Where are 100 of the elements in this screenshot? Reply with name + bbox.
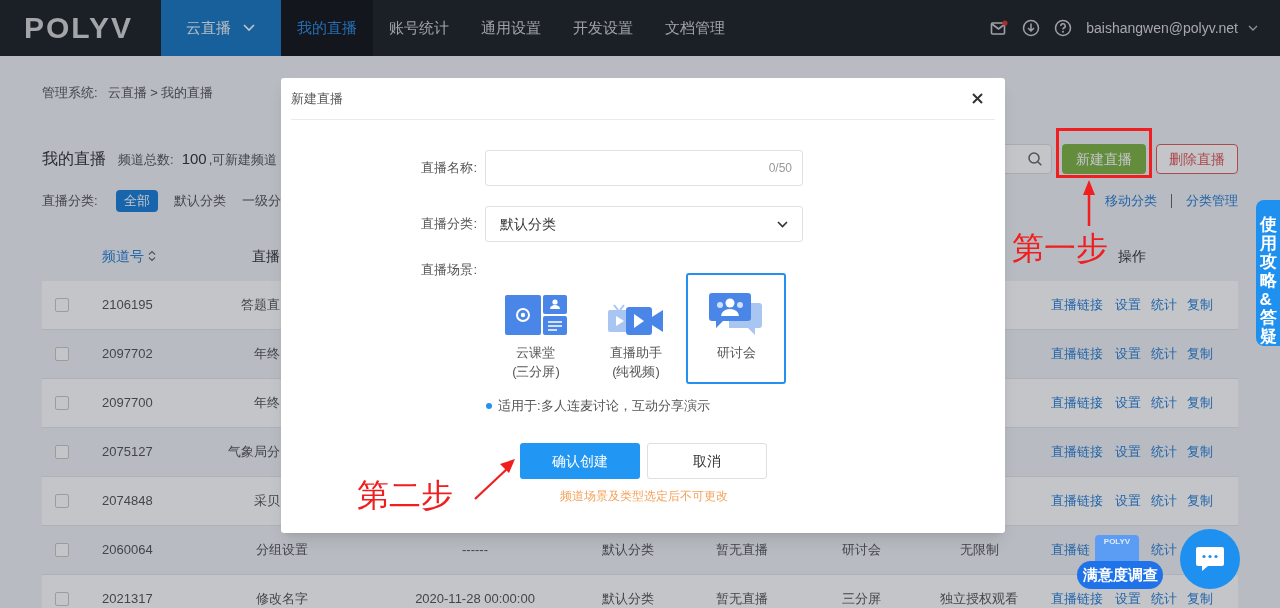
table-cell: 2075127 — [102, 444, 153, 460]
action-link[interactable]: 直播链接 — [1051, 442, 1103, 462]
action-link[interactable]: 复制 — [1187, 295, 1213, 315]
survey-card[interactable]: POLYV — [1095, 535, 1139, 563]
breadcrumb-path: 云直播 > 我的直播 — [107, 84, 214, 103]
table-cell-text: 三分屏 — [841, 590, 881, 608]
close-icon[interactable] — [971, 93, 983, 104]
cancel-button[interactable]: 取消 — [647, 443, 767, 479]
link[interactable]: 移动分类 — [1105, 191, 1157, 211]
annotation-text: 第二步 — [357, 476, 453, 515]
product-menu[interactable]: 云直播 — [161, 0, 281, 56]
logo: POLYV — [24, 13, 133, 43]
search-icon — [1027, 151, 1043, 167]
checkbox[interactable] — [55, 396, 69, 410]
survey-button[interactable]: 满意度调查 — [1077, 561, 1163, 589]
action-link[interactable]: 统计 — [1151, 393, 1177, 413]
scene-option[interactable]: 研讨会 — [686, 273, 786, 384]
confirm-button[interactable]: 确认创建 — [520, 443, 640, 479]
user-menu[interactable]: baishangwen@polyv.net — [1086, 17, 1258, 39]
page-title: 我的直播 — [42, 149, 106, 169]
action-link[interactable]: 直播链接 — [1051, 295, 1103, 315]
table-cell-text: 无限制 — [959, 541, 999, 560]
action-link[interactable]: 直播链接 — [1051, 393, 1103, 413]
action-link[interactable]: 统计 — [1151, 491, 1177, 511]
nav-tab[interactable]: 通用设置 — [465, 0, 557, 56]
mail-icon[interactable] — [990, 20, 1009, 36]
scene-option[interactable]: 云课堂 (三分屏) — [486, 273, 586, 384]
chat-icon — [1195, 546, 1225, 572]
table-cell-text: 暂无直播 — [716, 541, 768, 560]
form-label: 直播场景: — [420, 261, 477, 279]
action-link[interactable]: 设置 — [1115, 491, 1141, 511]
action-link[interactable]: 统计 — [1151, 540, 1177, 560]
action-link[interactable]: 复制 — [1187, 491, 1213, 511]
action-link[interactable]: 直播链接 — [1051, 589, 1103, 608]
table-cell-text: 采贝 — [254, 492, 280, 511]
download-icon[interactable] — [1022, 19, 1041, 37]
nav-tab[interactable]: 文档管理 — [649, 0, 741, 56]
action-link[interactable]: 统计 — [1151, 442, 1177, 462]
category-filter[interactable]: 一级分 — [241, 190, 281, 212]
chat-button[interactable] — [1180, 529, 1240, 589]
category-filter[interactable]: 默认分类 — [173, 190, 226, 212]
action-link[interactable]: 统计 — [1151, 344, 1177, 364]
chevron-down-icon — [777, 220, 788, 228]
table-cell-text: 修改名字 — [256, 590, 308, 608]
checkbox[interactable] — [55, 592, 69, 606]
table-cell: 2060064 — [102, 542, 153, 558]
checkbox[interactable] — [55, 494, 69, 508]
remaining-label: ,可新建频道 — [208, 151, 278, 169]
action-link[interactable]: 统计 — [1151, 589, 1177, 608]
classroom-icon — [505, 295, 567, 335]
link[interactable]: 分类管理 — [1186, 191, 1238, 211]
bullet-icon — [486, 403, 492, 409]
category-select[interactable]: 默认分类 — [485, 206, 803, 242]
sort-icon[interactable] — [148, 250, 156, 262]
nav-tab[interactable]: 开发设置 — [557, 0, 649, 56]
action-link[interactable]: 复制 — [1187, 344, 1213, 364]
table-cell-text: 气象局分 — [228, 443, 280, 462]
form-label: 直播分类: — [420, 215, 477, 234]
category-filter[interactable]: 全部 — [115, 190, 158, 212]
action-link[interactable]: 复制 — [1187, 442, 1213, 462]
checkbox[interactable] — [55, 347, 69, 361]
action-link[interactable]: 设置 — [1115, 344, 1141, 364]
hint-text: 适用于:多人连麦讨论，互动分享演示 — [498, 397, 710, 416]
count-label: 频道总数: — [118, 151, 174, 169]
help-icon[interactable] — [1054, 19, 1073, 37]
scene-option[interactable]: 直播助手 (纯视频) — [586, 273, 686, 384]
category-label: 直播分类: — [42, 192, 98, 211]
action-link[interactable]: 设置 — [1115, 442, 1141, 462]
column-header[interactable]: 频道号 — [102, 245, 144, 267]
annotation-text: 第一步 — [1012, 229, 1108, 268]
column-header: 直播 — [252, 246, 280, 266]
action-link[interactable]: 复制 — [1187, 589, 1213, 608]
nav-tab[interactable]: 账号统计 — [373, 0, 465, 56]
table-cell-text: ------ — [462, 541, 488, 560]
table-cell: 2097700 — [102, 395, 153, 411]
help-tab[interactable]: 使用攻略&答疑 — [1256, 200, 1280, 346]
action-link[interactable]: 直播链接 — [1051, 344, 1103, 364]
nav-tab[interactable]: 我的直播 — [281, 0, 373, 56]
table-cell-text: 默认分类 — [602, 590, 654, 608]
checkbox[interactable] — [55, 298, 69, 312]
action-link[interactable]: 复制 — [1187, 393, 1213, 413]
action-link[interactable]: 统计 — [1151, 295, 1177, 315]
chat-people-icon — [709, 293, 763, 335]
action-link[interactable]: 直播链 — [1051, 540, 1090, 560]
checkbox[interactable] — [55, 543, 69, 557]
arrow-icon — [1082, 179, 1096, 227]
action-link[interactable]: 设置 — [1115, 295, 1141, 315]
checkbox[interactable] — [55, 445, 69, 459]
form-label: 直播名称: — [420, 159, 477, 178]
action-link[interactable]: 设置 — [1115, 589, 1141, 608]
table-cell: 2021317 — [102, 591, 153, 607]
action-link[interactable]: 直播链接 — [1051, 491, 1103, 511]
action-link[interactable]: 设置 — [1115, 393, 1141, 413]
table-cell: 2074848 — [102, 493, 153, 509]
channel-count: 100 — [181, 149, 207, 169]
name-input[interactable]: 0/50 — [485, 150, 803, 186]
breadcrumb-label: 管理系统: — [42, 84, 98, 103]
delete-button[interactable]: 删除直播 — [1156, 144, 1238, 174]
warning-text: 频道场景及类型选定后不可更改 — [559, 488, 728, 505]
create-button[interactable]: 新建直播 — [1062, 144, 1146, 174]
